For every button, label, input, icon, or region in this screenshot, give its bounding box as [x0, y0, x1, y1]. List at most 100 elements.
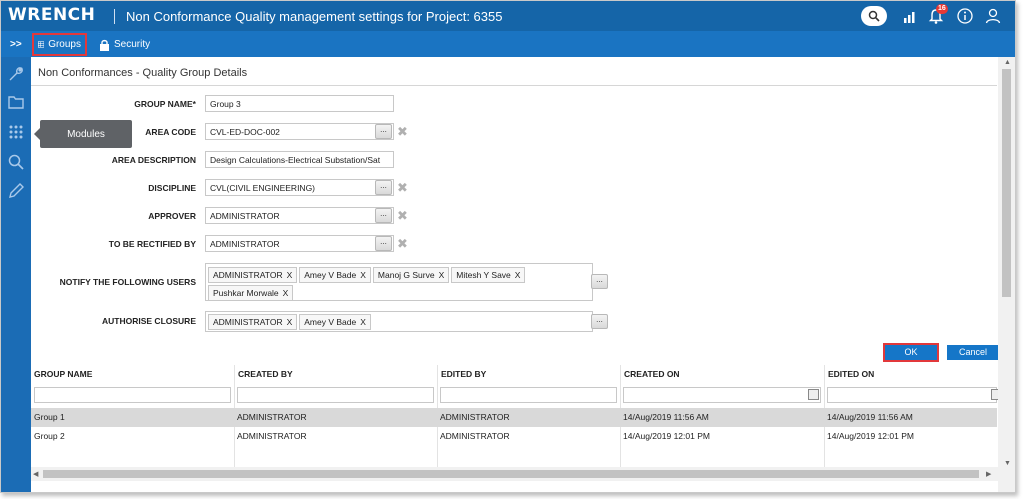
approver-label: APPROVER	[148, 211, 196, 221]
user-tag-label: Amey V Bade	[304, 317, 357, 327]
main-content: Non Conformances - Quality Group Details…	[31, 57, 1015, 492]
cell-group-name: Group 1	[34, 412, 65, 422]
column-header-edited-on[interactable]: EDITED ON	[825, 365, 877, 385]
info-icon[interactable]	[956, 7, 974, 25]
rectified-by-lookup-button[interactable]: ...	[375, 236, 392, 251]
rectified-by-clear-button[interactable]: ✖	[397, 237, 408, 250]
cell-created-on: 14/Aug/2019 12:01 PM	[623, 431, 710, 441]
filter-group-name-input[interactable]	[34, 387, 231, 403]
tag-remove-button[interactable]: X	[515, 270, 521, 280]
section-title: Non Conformances - Quality Group Details	[38, 67, 248, 79]
user-icon[interactable]	[984, 7, 1002, 25]
approver-clear-button[interactable]: ✖	[397, 209, 408, 222]
filter-created-on-input[interactable]	[623, 387, 821, 403]
horizontal-scrollbar[interactable]: ◀ ▶	[31, 467, 998, 481]
table-row[interactable]: Group 1 ADMINISTRATOR ADMINISTRATOR 14/A…	[31, 408, 997, 427]
authorise-closure-tagbox[interactable]: ADMINISTRATOR X Amey V Bade X	[205, 311, 593, 332]
notify-users-label: NOTIFY THE FOLLOWING USERS	[59, 277, 196, 287]
column-header-created-by[interactable]: CREATED BY	[235, 365, 296, 385]
cell-edited-by: ADMINISTRATOR	[440, 412, 510, 422]
cell-group-name: Group 2	[34, 431, 65, 441]
tab-groups-label: Groups	[48, 39, 81, 50]
notify-users-lookup-button[interactable]: ...	[591, 274, 608, 289]
approver-lookup-button[interactable]: ...	[375, 208, 392, 223]
user-tag-label: Pushkar Morwale	[213, 288, 279, 298]
lock-icon	[100, 39, 109, 51]
sidebar-expand-button[interactable]: >>	[10, 39, 22, 50]
header-divider	[114, 9, 115, 24]
filter-edited-on-input[interactable]	[827, 387, 997, 403]
notify-users-tagbox[interactable]: ADMINISTRATOR X Amey V Bade X Manoj G Surve X…	[205, 263, 593, 301]
tag-remove-button[interactable]: X	[287, 317, 293, 327]
rectified-by-label: TO BE RECTIFIED BY	[108, 239, 196, 249]
user-tag-label: Amey V Bade	[304, 270, 357, 280]
cell-created-on: 14/Aug/2019 11:56 AM	[623, 412, 709, 422]
ok-button[interactable]: OK	[883, 343, 939, 362]
filter-edited-by-input[interactable]	[440, 387, 617, 403]
search-icon[interactable]	[7, 153, 25, 171]
user-tag-label: Manoj G Surve	[377, 270, 435, 280]
user-tag-label: ADMINISTRATOR	[213, 317, 283, 327]
scroll-right-arrow[interactable]: ▶	[986, 470, 991, 478]
signal-icon[interactable]	[901, 7, 919, 25]
tag-remove-button[interactable]: X	[439, 270, 445, 280]
table-row[interactable]: Group 2 ADMINISTRATOR ADMINISTRATOR 14/A…	[31, 427, 997, 446]
vertical-scroll-thumb[interactable]	[1002, 69, 1011, 297]
app-logo: WRENCH	[8, 5, 96, 25]
tab-security[interactable]: Security	[95, 33, 154, 56]
wrench-icon[interactable]	[7, 65, 25, 83]
tag-remove-button[interactable]: X	[283, 288, 289, 298]
header-search-button[interactable]	[861, 6, 887, 26]
discipline-clear-button[interactable]: ✖	[397, 181, 408, 194]
calendar-icon[interactable]	[808, 389, 819, 400]
group-name-label: GROUP NAME*	[134, 99, 196, 109]
tag-remove-button[interactable]: X	[360, 270, 366, 280]
authorise-closure-lookup-button[interactable]: ...	[591, 314, 608, 329]
cancel-button[interactable]: Cancel	[947, 345, 999, 360]
tab-security-label: Security	[114, 39, 151, 50]
user-tag: Manoj G Surve X	[372, 267, 450, 283]
group-name-input[interactable]: Group 3	[205, 95, 394, 112]
area-description-label: AREA DESCRIPTION	[111, 155, 196, 165]
column-header-edited-by[interactable]: EDITED BY	[438, 365, 489, 385]
user-tag: ADMINISTRATOR X	[208, 267, 298, 283]
app-window: WRENCH Non Conformance Quality managemen…	[0, 0, 1016, 493]
filter-created-by-input[interactable]	[237, 387, 434, 403]
user-tag: Amey V Bade X	[299, 267, 371, 283]
scroll-down-arrow[interactable]: ▼	[1004, 460, 1011, 467]
cell-edited-on: 14/Aug/2019 12:01 PM	[827, 431, 914, 441]
authorise-closure-label: AUTHORISE CLOSURE	[102, 316, 196, 326]
vertical-scrollbar[interactable]: ▲ ▼	[998, 57, 1015, 492]
scroll-up-arrow[interactable]: ▲	[1004, 59, 1011, 66]
modules-icon[interactable]	[7, 123, 25, 141]
user-tag-label: ADMINISTRATOR	[213, 270, 283, 280]
user-tag: ADMINISTRATOR X	[208, 314, 298, 330]
column-header-group-name[interactable]: GROUP NAME	[31, 365, 95, 385]
left-sidebar	[1, 57, 31, 492]
area-code-input[interactable]: CVL-ED-DOC-002	[205, 123, 394, 140]
tab-groups[interactable]: Groups	[32, 33, 87, 56]
discipline-label: DISCIPLINE	[148, 183, 196, 193]
cell-created-by: ADMINISTRATOR	[237, 412, 307, 422]
column-header-created-on[interactable]: CREATED ON	[621, 365, 683, 385]
discipline-lookup-button[interactable]: ...	[375, 180, 392, 195]
cell-created-by: ADMINISTRATOR	[237, 431, 307, 441]
tag-remove-button[interactable]: X	[287, 270, 293, 280]
grid-icon	[38, 41, 45, 48]
horizontal-scroll-thumb[interactable]	[43, 470, 979, 478]
user-tag-label: Mitesh Y Save	[456, 270, 511, 280]
discipline-input[interactable]: CVL(CIVIL ENGINEERING)	[205, 179, 394, 196]
user-tag: Pushkar Morwale X	[208, 285, 294, 301]
area-code-clear-button[interactable]: ✖	[397, 125, 408, 138]
approver-input[interactable]: ADMINISTRATOR	[205, 207, 394, 224]
folder-icon[interactable]	[7, 93, 25, 111]
top-header: WRENCH Non Conformance Quality managemen…	[1, 1, 1015, 31]
scroll-left-arrow[interactable]: ◀	[33, 470, 38, 478]
pencil-icon[interactable]	[7, 182, 25, 200]
user-tag: Amey V Bade X	[299, 314, 371, 330]
area-code-lookup-button[interactable]: ...	[375, 124, 392, 139]
area-description-input[interactable]: Design Calculations-Electrical Substatio…	[205, 151, 394, 168]
title-divider	[31, 85, 997, 86]
rectified-by-input[interactable]: ADMINISTRATOR	[205, 235, 394, 252]
tag-remove-button[interactable]: X	[360, 317, 366, 327]
